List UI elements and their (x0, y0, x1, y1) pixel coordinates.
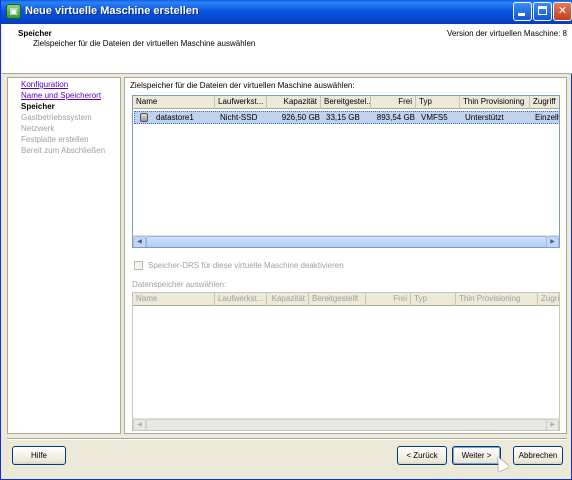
column-header-name: Name (133, 293, 215, 306)
cell-capacity: 926,50 GB (281, 113, 320, 122)
table-row[interactable]: datastore1 Nicht-SSD 926,50 GB 33,15 GB … (134, 111, 559, 124)
storage-drs-label: Speicher-DRS für diese virtuelle Maschin… (148, 261, 344, 270)
storage-panel: Zielspeicher für die Dateien der virtuel… (124, 77, 567, 434)
column-header-thin-provisioning: Thin Provisioning (456, 293, 538, 306)
column-header-capacity: Kapazität (267, 293, 309, 306)
column-header-access[interactable]: Zugriff (530, 96, 559, 109)
storage-drs-checkbox[interactable] (134, 261, 143, 270)
scroll-left-button: ◀ (133, 419, 146, 430)
scroll-right-button[interactable]: ▶ (546, 236, 559, 247)
column-header-drive-type[interactable]: Laufwerkst... (215, 96, 267, 109)
scroll-left-button[interactable]: ◀ (133, 236, 146, 247)
cancel-button[interactable]: Abbrechen (513, 446, 563, 465)
nav-step-guest-os: Gastbetriebssystem (21, 113, 92, 122)
wizard-steps-nav: Konfiguration Name und Speicherort Speic… (7, 77, 121, 434)
datastore-table[interactable]: Name Laufwerkst... Kapazität Bereitgeste… (132, 95, 560, 248)
maximize-icon (538, 6, 547, 15)
cell-type: VMFS5 (421, 113, 448, 122)
title-bar[interactable]: ▣ Neue virtuelle Maschine erstellen ✕ (1, 0, 572, 24)
vm-wizard-icon: ▣ (6, 4, 21, 19)
maximize-button[interactable] (533, 2, 552, 21)
wizard-window: ▣ Neue virtuelle Maschine erstellen ✕ Sp… (0, 0, 572, 480)
column-header-access: Zugriff (538, 293, 559, 306)
column-header-free[interactable]: Frei (371, 96, 416, 109)
column-header-capacity[interactable]: Kapazität (267, 96, 321, 109)
column-header-provisioned: Bereitgestellt (309, 293, 366, 306)
cell-free: 893,54 GB (376, 113, 415, 122)
horizontal-scrollbar: ◀ ▶ (133, 418, 559, 430)
cell-drive-type: Nicht-SSD (220, 113, 258, 122)
column-header-thin-provisioning[interactable]: Thin Provisioning (460, 96, 530, 109)
wizard-header: Speicher Zielspeicher für die Dateien de… (2, 24, 572, 74)
minimize-button[interactable] (513, 2, 532, 21)
horizontal-scrollbar[interactable]: ◀ ▶ (133, 235, 559, 247)
table-header: Name Laufwerkst... Kapazität Bereitgeste… (133, 96, 559, 109)
minimize-icon (518, 13, 525, 16)
table-header: Name Laufwerkst... Kapazität Bereitgeste… (133, 293, 559, 306)
column-header-name[interactable]: Name (133, 96, 215, 109)
cell-access: Einzelhost (535, 113, 559, 122)
vm-version-label: Version der virtuellen Maschine: 8 (446, 29, 567, 38)
nav-step-configuration[interactable]: Konfiguration (21, 80, 68, 89)
window-title: Neue virtuelle Maschine erstellen (25, 5, 199, 17)
close-button[interactable]: ✕ (553, 2, 572, 21)
page-subtitle: Zielspeicher für die Dateien der virtuel… (33, 39, 256, 48)
cell-name: datastore1 (156, 113, 194, 122)
nav-step-create-disk: Festplatte erstellen (21, 135, 89, 144)
help-button[interactable]: Hilfe (12, 446, 66, 465)
scroll-thumb[interactable] (146, 236, 547, 247)
column-header-provisioned[interactable]: Bereitgestel... (321, 96, 371, 109)
back-button[interactable]: < Zurück (397, 446, 447, 465)
scroll-right-button: ▶ (546, 419, 559, 430)
nav-step-ready: Bereit zum Abschließen (21, 146, 106, 155)
scroll-thumb (146, 419, 547, 430)
column-header-drive-type: Laufwerkst... (215, 293, 267, 306)
footer-divider (7, 438, 567, 440)
select-datastores-label: Datenspeicher auswählen: (132, 280, 227, 289)
datastore-selection-table: Name Laufwerkst... Kapazität Bereitgeste… (132, 292, 560, 431)
datastore-icon (140, 113, 148, 122)
nav-step-network: Netzwerk (21, 124, 55, 133)
cell-provisioned: 33,15 GB (326, 113, 360, 122)
cell-thin-provisioning: Unterstützt (465, 113, 504, 122)
nav-step-name-location[interactable]: Name und Speicherort (21, 91, 101, 100)
column-header-free: Frei (366, 293, 411, 306)
mouse-pointer-icon (492, 454, 510, 472)
column-header-type[interactable]: Typ (416, 96, 460, 109)
close-icon: ✕ (557, 5, 568, 17)
column-header-type: Typ (411, 293, 456, 306)
target-storage-label: Zielspeicher für die Dateien der virtuel… (130, 81, 355, 90)
nav-step-storage: Speicher (21, 102, 55, 111)
page-title: Speicher (18, 29, 52, 38)
